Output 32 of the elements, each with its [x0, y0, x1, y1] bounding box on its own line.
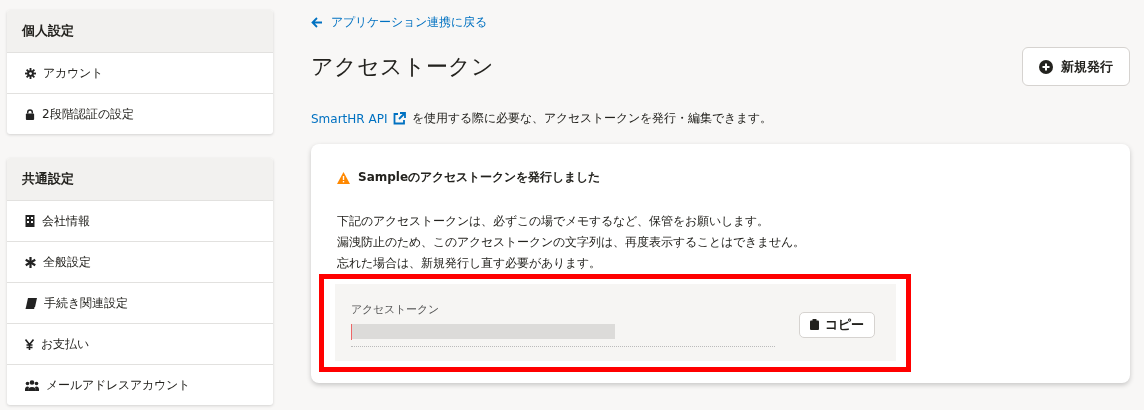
panel-header: 共通設定 [7, 158, 273, 201]
notice-text: 下記のアクセストークンは、必ずこの場でメモするなど、保管をお願いします。 [337, 213, 770, 230]
back-link[interactable]: アプリケーション連携に戻る [311, 14, 1130, 31]
copy-button[interactable]: コピー [799, 311, 875, 338]
users-icon [25, 379, 39, 391]
description-text: を使用する際に必要な、アクセストークンを発行・編集できます。 [412, 110, 773, 127]
clipboard-icon [810, 319, 819, 330]
sidebar-item[interactable]: 手続き関連設定 [44, 294, 128, 312]
asterisk-icon [25, 256, 36, 268]
page-title: アクセストークン [311, 52, 494, 81]
panel-header: 個人設定 [7, 10, 273, 53]
plus-circle-icon [1039, 59, 1053, 74]
sidebar-item[interactable]: メールアドレスアカウント [46, 376, 190, 394]
notice-text: 忘れた場合は、新規発行し直す必要があります。 [337, 255, 602, 272]
notice-title: Sampleのアクセストークンを発行しました [358, 169, 601, 186]
arrow-left-icon [311, 17, 323, 28]
warning-icon [337, 171, 350, 184]
new-issue-button[interactable]: 新規発行 [1022, 47, 1130, 86]
api-link[interactable]: SmartHR API [311, 111, 388, 126]
building-icon [25, 215, 35, 227]
sidebar-item[interactable]: 会社情報 [42, 212, 90, 230]
sidebar-item[interactable]: 2段階認証の設定 [42, 105, 134, 123]
sidebar-item[interactable]: アカウント [43, 64, 103, 82]
yen-icon [25, 338, 34, 350]
notice-text: 漏洩防止のため、このアクセストークンの文字列は、再度表示することはできません。 [337, 234, 806, 251]
sidebar-item[interactable]: 全般設定 [43, 253, 91, 271]
sidebar-item[interactable]: お支払い [41, 335, 89, 353]
gear-icon [25, 67, 36, 79]
book-icon [25, 297, 37, 309]
field-label: アクセストークン [351, 302, 440, 317]
lock-icon [25, 108, 35, 120]
external-link-icon[interactable] [393, 112, 407, 125]
